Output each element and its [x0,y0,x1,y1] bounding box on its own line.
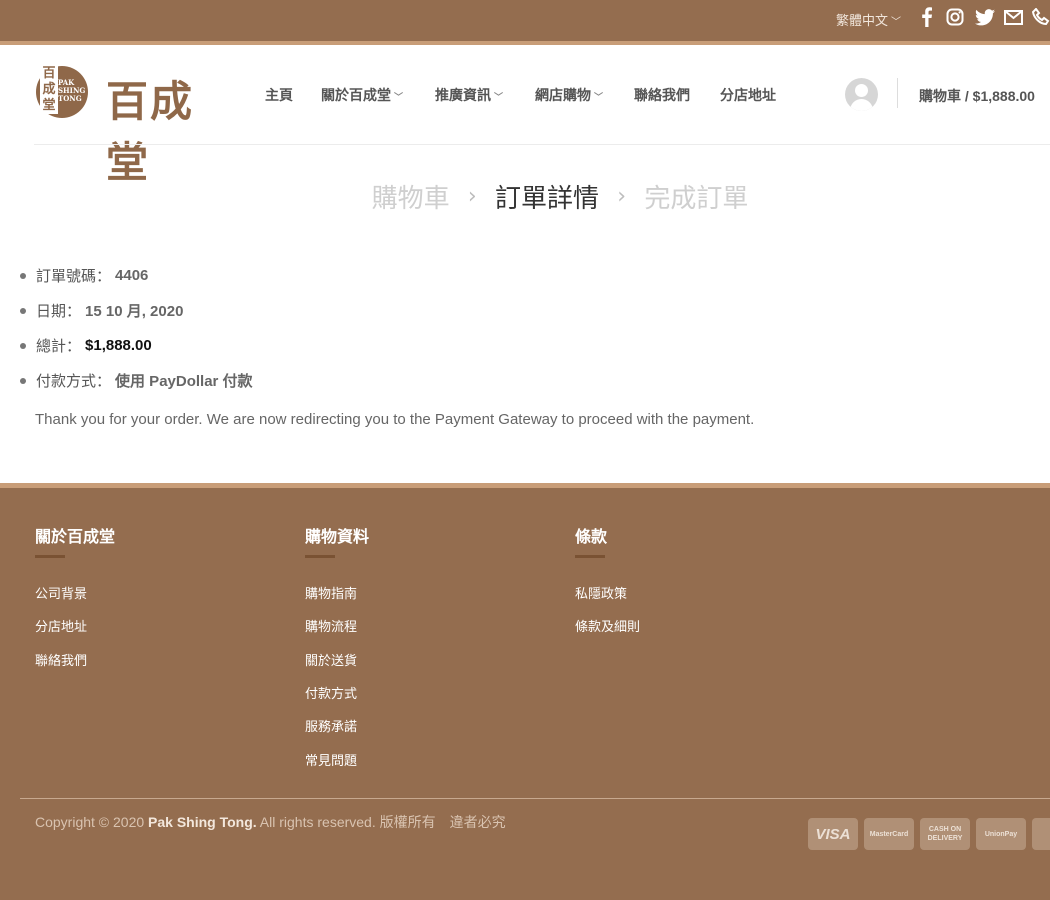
footer-shopping-title: 購物資料 [305,529,370,546]
phone-icon[interactable] [1032,6,1050,28]
nav-contact[interactable]: 聯絡我們 [634,85,690,105]
visa-icon: VISA [808,818,858,850]
language-label: 繁體中文 [836,13,889,28]
footer-link-process[interactable]: 購物流程 [305,616,357,635]
nav-shop-label: 網店購物 [535,87,591,103]
nav-home[interactable]: 主頁 [265,85,293,105]
order-total-row: 總計： $1,888.00 [20,328,253,363]
mastercard-icon: MasterCard [864,818,914,850]
footer-link-company[interactable]: 公司背景 [35,583,87,602]
footer-title-underline [35,555,65,558]
header-divider-line [34,144,1050,145]
step-complete: 完成訂單 [644,184,749,214]
checkout-steps: 購物車 › 訂單詳情 › 完成訂單 [0,178,1050,215]
nav-home-label: 主頁 [265,87,293,103]
step-cart[interactable]: 購物車 [372,184,450,214]
logo-wordmark: 百成堂 [106,77,195,187]
bullet-icon [20,342,26,349]
payment-method-row: 付款方式： 使用 PayDollar 付款 [20,363,253,398]
footer-link-contact[interactable]: 聯絡我們 [35,650,87,669]
order-number-row: 訂單號碼： 4406 [20,258,253,293]
footer-divider [20,798,1050,799]
footer-link-privacy[interactable]: 私隱政策 [575,583,627,602]
chevron-right-icon: › [467,184,477,209]
footer-link-payment[interactable]: 付款方式 [305,683,357,702]
twitter-icon[interactable] [974,6,996,28]
nav-promotions-label: 推廣資訊 [435,87,491,103]
bullet-icon [20,272,26,279]
footer-link-faq[interactable]: 常見問題 [305,750,357,769]
account-avatar-icon[interactable] [845,78,878,111]
payment-icon-partial [1032,818,1050,850]
order-overview: 訂單號碼： 4406 日期： 15 10 月, 2020 總計： $1,888.… [20,258,253,398]
order-date-label: 日期： [36,303,82,320]
nav-about[interactable]: 關於百成堂 ﹀ [321,85,403,105]
footer-title-underline [575,555,605,558]
site-footer: 關於百成堂 公司背景 分店地址 聯絡我們 購物資料 購物指南 購物流程 關於送貨… [0,483,1050,900]
footer-about-title: 關於百成堂 [35,529,116,546]
footer-link-service[interactable]: 服務承諾 [305,716,357,735]
payment-method-label: 付款方式： [36,373,112,390]
header-divider [897,78,898,108]
redirect-message: Thank you for your order. We are now red… [35,411,755,428]
footer-link-branches[interactable]: 分店地址 [35,616,87,635]
footer-accent-line [0,483,1050,488]
footer-link-guide[interactable]: 購物指南 [305,583,357,602]
order-number-value: 4406 [115,267,149,284]
order-date-row: 日期： 15 10 月, 2020 [20,293,253,328]
copyright-text: Copyright © 2020 Pak Shing Tong. All rig… [35,812,506,832]
order-total-label: 總計： [36,338,82,355]
top-bar: 繁體中文 ﹀ [0,0,1050,41]
chevron-down-icon: ﹀ [494,92,504,102]
footer-title-underline [305,555,335,558]
cart-link[interactable]: 購物車 / $1,888.00 [919,86,1035,106]
order-total-value: $1,888.00 [85,337,152,354]
nav-shop[interactable]: 網店購物 ﹀ [535,85,603,105]
nav-about-label: 關於百成堂 [321,87,391,103]
unionpay-icon: UnionPay [976,818,1026,850]
avatar-head [855,84,868,97]
payment-method-value: 使用 PayDollar 付款 [115,373,253,390]
language-selector[interactable]: 繁體中文 ﹀ [836,10,901,29]
email-icon[interactable] [1003,6,1023,28]
copyright-prefix: Copyright © 2020 [35,814,149,830]
bullet-icon [20,377,26,384]
instagram-icon[interactable] [945,6,965,28]
site-header: 百成堂 PAK SHING TONG 百成堂 主頁 關於百成堂 ﹀ 推廣資訊 ﹀ 網店購… [0,45,1050,187]
copyright-suffix: All rights reserved. 版權所有 違者必究 [256,814,506,830]
chevron-down-icon: ﹀ [394,92,404,102]
nav-promotions[interactable]: 推廣資訊 ﹀ [435,85,503,105]
chevron-down-icon: ﹀ [594,92,604,102]
cash-on-delivery-icon: CASH ON DELIVERY [920,818,970,850]
site-logo[interactable]: 百成堂 PAK SHING TONG 百成堂 [36,64,236,187]
footer-terms-title: 條款 [575,529,608,546]
bullet-icon [20,307,26,314]
step-order-details: 訂單詳情 [494,184,599,214]
chevron-right-icon: › [617,184,627,209]
nav-branches[interactable]: 分店地址 [720,85,776,105]
nav-branches-label: 分店地址 [720,87,776,103]
order-date-value: 15 10 月, 2020 [85,303,184,320]
logo-english-text: PAK SHING TONG [58,78,86,103]
footer-link-terms[interactable]: 條款及細則 [575,616,640,635]
footer-link-delivery[interactable]: 關於送貨 [305,650,357,669]
logo-emblem-text: 百成堂 [40,66,58,114]
copyright-brand: Pak Shing Tong. [148,814,257,830]
avatar-body [850,99,873,111]
nav-contact-label: 聯絡我們 [634,87,690,103]
chevron-down-icon: ﹀ [891,17,902,28]
order-number-label: 訂單號碼： [36,268,112,285]
facebook-icon[interactable] [918,6,936,28]
